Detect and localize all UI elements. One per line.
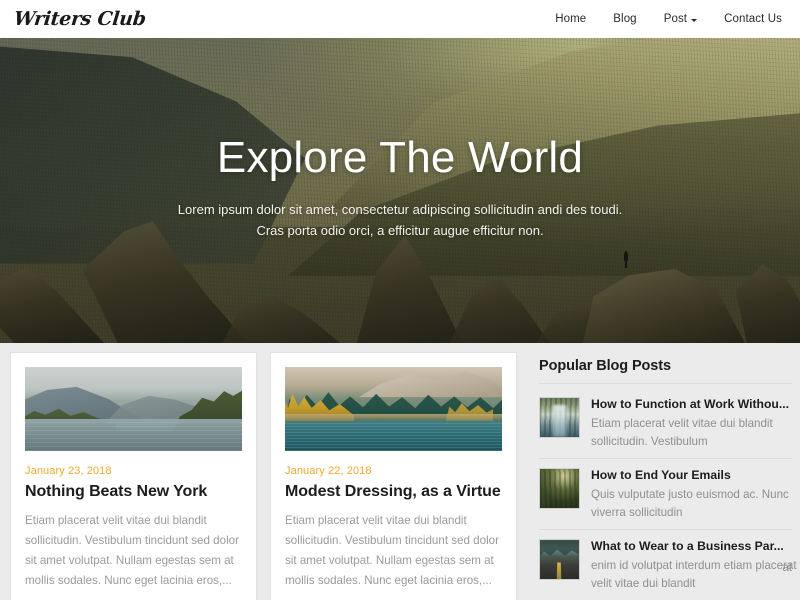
excerpt-line: enim id volutpat interdum etiam placerat (591, 559, 797, 573)
popular-post-excerpt: Etiam placerat velit vitae dui blandit s… (591, 415, 792, 450)
popular-post-excerpt: enim id volutpat interdum etiam placerat… (591, 557, 797, 592)
popular-post-title[interactable]: What to Wear to a Business Par... (591, 539, 792, 554)
post-card-date: January 23, 2018 (25, 465, 112, 477)
nav-label-home: Home (555, 13, 587, 25)
hero-content: Explore The World Lorem ipsum dolor sit … (0, 133, 800, 241)
main-navigation: Home Blog Post Contact Us (555, 13, 782, 25)
post-card-title[interactable]: Modest Dressing, as a Virtue (285, 482, 502, 501)
site-header: Writers Club Home Blog Post Contact Us (0, 0, 800, 38)
sidebar-title: Popular Blog Posts (539, 358, 792, 384)
sidebar: Popular Blog Posts How to Function at Wo… (539, 352, 800, 600)
list-item[interactable]: How to Function at Work Withou... Etiam … (539, 388, 792, 460)
excerpt-line: viverra sollicitudin (591, 505, 683, 519)
excerpt-line: sollicitudin. Vestibulum (591, 434, 708, 448)
tree-lined-road-thumbnail (539, 539, 580, 581)
popular-post-title[interactable]: How to Function at Work Withou... (591, 397, 792, 412)
hero-title: Explore The World (216, 133, 584, 182)
list-item[interactable]: What to Wear to a Business Par... enim i… (539, 530, 797, 600)
post-card[interactable]: January 22, 2018 Modest Dressing, as a V… (270, 352, 517, 600)
post-card-title[interactable]: Nothing Beats New York (25, 482, 242, 501)
post-card-image (11, 367, 256, 451)
post-card-image (271, 367, 516, 451)
excerpt-line: velit vitae dui blandit (591, 576, 696, 590)
nav-item-post[interactable]: Post (663, 13, 698, 25)
nav-label-blog: Blog (613, 13, 637, 25)
excerpt-line: Quis vulputate justo euismod ac. Nunc (591, 488, 789, 502)
hero-subtitle: Lorem ipsum dolor sit amet, consectetur … (40, 199, 760, 241)
nav-item-contact-us[interactable]: Contact Us (724, 13, 782, 25)
forest-light-thumbnail (539, 468, 580, 510)
popular-post-title[interactable]: How to End Your Emails (591, 468, 792, 483)
overflow-text-fragment: at (782, 561, 792, 574)
hero-subtitle-line-2: Cras porta odio orci, a efficitur augue … (256, 223, 544, 239)
waterfall-thumbnail (539, 397, 580, 438)
excerpt-line: Etiam placerat velit vitae dui blandit (591, 417, 773, 431)
nav-label-contact-us: Contact Us (724, 13, 782, 25)
hero-subtitle-line-1: Lorem ipsum dolor sit amet, consectetur … (177, 202, 623, 218)
nav-item-blog[interactable]: Blog (613, 13, 636, 25)
nav-label-post: Post (663, 13, 688, 25)
list-item[interactable]: How to End Your Emails Quis vulputate ju… (539, 459, 792, 531)
post-card-excerpt: Etiam placerat velit vitae dui blandit s… (285, 514, 499, 587)
post-card-excerpt: Etiam placerat velit vitae dui blandit s… (25, 514, 239, 587)
post-card-date: January 22, 2018 (285, 465, 372, 477)
hero-banner: Explore The World Lorem ipsum dolor sit … (0, 38, 800, 343)
chevron-down-icon (691, 18, 698, 22)
site-logo[interactable]: Writers Club (13, 8, 147, 30)
popular-post-excerpt: Quis vulputate justo euismod ac. Nunc vi… (591, 486, 792, 521)
nav-item-home[interactable]: Home (555, 13, 586, 25)
post-card-body: January 23, 2018 Nothing Beats New York … (11, 451, 256, 600)
post-card-body: January 22, 2018 Modest Dressing, as a V… (271, 451, 516, 600)
main-content: January 23, 2018 Nothing Beats New York … (0, 343, 800, 600)
post-card[interactable]: January 23, 2018 Nothing Beats New York … (10, 352, 257, 600)
popular-posts-list: How to Function at Work Withou... Etiam … (539, 388, 797, 600)
post-card-list: January 23, 2018 Nothing Beats New York … (10, 352, 517, 600)
